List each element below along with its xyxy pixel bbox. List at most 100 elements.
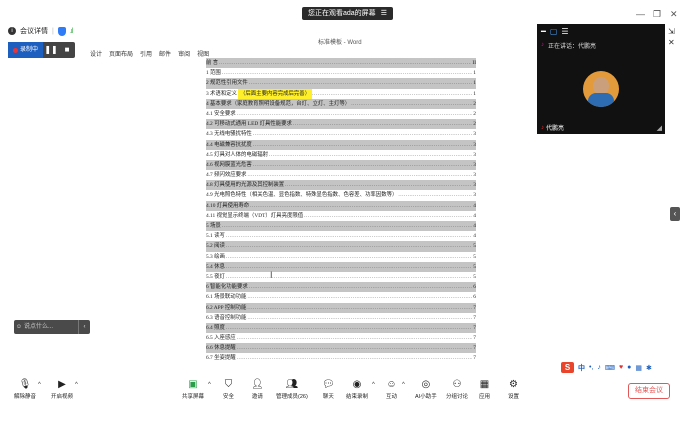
end-meeting-button[interactable]: 结束会议 <box>628 383 670 399</box>
minimize-panel-icon[interactable]: ━ <box>541 27 546 36</box>
breakout-rooms-button[interactable]: ⚇ 分组讨论 <box>446 378 468 400</box>
invite-button[interactable]: 👤︎ 邀请 <box>251 378 264 400</box>
toc-line[interactable]: 4.1 安全要求................................… <box>206 109 476 119</box>
emoji-icon[interactable]: ☺ <box>14 320 24 334</box>
ribbon-tab-mailings[interactable]: 邮件 <box>159 49 171 58</box>
toc-entry-text: 6.1 场景联动功能 <box>206 294 247 301</box>
video-panel[interactable]: ━ ▢ ☰ ♪ 正在讲话：代鹏亮 ♪ 代鹏亮 ◢ <box>537 24 665 134</box>
speaking-indicator: ♪ 正在讲话：代鹏亮 <box>537 38 665 52</box>
document-page[interactable]: 前 言.....................................… <box>206 58 476 368</box>
ribbon-tab-references[interactable]: 引用 <box>140 49 152 58</box>
toc-line[interactable]: 6 智能化功能要求...............................… <box>206 282 476 293</box>
ime-toolbar[interactable]: S 中 •, ♪ ⌨ ♥ ● ▦ ✱ <box>561 362 652 373</box>
record-options-chevron-icon[interactable]: ^ <box>372 382 375 388</box>
pause-recording-button[interactable]: ❚❚ <box>43 42 59 58</box>
toc-entry-text: 4.8 灯具使用的光源及其控制装置 <box>206 182 285 189</box>
ai-assistant-button[interactable]: ◎ AI小助手 <box>415 378 437 400</box>
toc-line[interactable]: 5.5 夜灯..................................… <box>206 272 476 282</box>
signal-icon: .ıl <box>69 27 74 35</box>
toc-line[interactable]: 4.7 频闪效应要求..............................… <box>206 170 476 180</box>
audio-options-chevron-icon[interactable]: ^ <box>38 382 41 388</box>
ime-keyboard-icon[interactable]: ⌨ <box>605 364 615 372</box>
toc-line[interactable]: 4.3 无线电骚扰特性.............................… <box>206 129 476 139</box>
resize-handle-icon[interactable]: ◢ <box>657 124 662 132</box>
toc-entry-text: 4.4 电磁兼容抗扰度 <box>206 141 252 148</box>
ribbon-tab-review[interactable]: 审阅 <box>178 49 190 58</box>
document-title: 标准模板 - Word <box>318 40 362 46</box>
share-screen-button[interactable]: ▣ 共享屏幕 <box>182 378 204 400</box>
ime-chinese-mode[interactable]: 中 <box>578 363 585 373</box>
members-icon: 👥︎ <box>285 379 299 390</box>
manage-members-label: 管理成员(26) <box>276 394 308 400</box>
stop-recording-toolbar-button[interactable]: ◉ 结束录制 <box>346 378 368 400</box>
close-panel-icon[interactable]: ✕ <box>668 38 675 47</box>
toc-line[interactable]: 前 言.....................................… <box>206 58 476 69</box>
minimize-button[interactable]: — <box>636 9 645 19</box>
ime-skin-icon[interactable]: ♥ <box>619 364 623 371</box>
security-shield-icon <box>57 26 66 36</box>
share-banner[interactable]: 您正在观看ada的屏幕 ☰ <box>302 7 393 20</box>
meeting-info[interactable]: i 会议详情 | .ıl <box>8 26 74 36</box>
settings-button[interactable]: ⚙ 设置 <box>508 378 519 400</box>
ime-mic-icon[interactable]: ♪ <box>597 364 601 371</box>
interact-button[interactable]: ☺ 互动 <box>386 378 397 400</box>
ime-apps-icon[interactable]: ▦ <box>635 364 642 372</box>
toc-line[interactable]: 5.2 阅读..................................… <box>206 241 476 252</box>
toc-line[interactable]: 5.3 绘画..................................… <box>206 252 476 262</box>
toc-line[interactable]: 5 场景....................................… <box>206 221 476 232</box>
toc-line[interactable]: 4.5 灯具对人体的电磁辐射..........................… <box>206 150 476 160</box>
toc-line[interactable]: 2 规范性引用文件...............................… <box>206 78 476 89</box>
unmute-button[interactable]: 🎙︎ 解除静音 <box>14 378 36 400</box>
toc-line[interactable]: 6.2 APP 控制功能............................… <box>206 302 476 313</box>
toc-leader-dots: ........................................… <box>304 212 473 219</box>
ribbon-tab-layout[interactable]: 页面布局 <box>109 49 133 58</box>
apps-button[interactable]: ▦ 应用 <box>479 378 490 400</box>
security-button[interactable]: ⛉ 安全 <box>223 378 234 400</box>
toc-line[interactable]: 4.9 光电照色特性（相关色温、显色指数、特殊显色指数、色容差、功率因数等）..… <box>206 190 476 200</box>
toc-line[interactable]: 5.4 休息..................................… <box>206 261 476 272</box>
ribbon-tab-view[interactable]: 视图 <box>197 49 209 58</box>
toc-leader-dots: ........................................… <box>247 294 472 301</box>
toc-line[interactable]: 6.4 照度..................................… <box>206 322 476 334</box>
interact-options-chevron-icon[interactable]: ^ <box>402 382 405 388</box>
unmute-label: 解除静音 <box>14 394 37 400</box>
restore-button[interactable]: ❐ <box>653 9 661 19</box>
toc-page-number: 3 <box>473 131 476 138</box>
list-icon[interactable]: ☰ <box>561 27 568 36</box>
toc-line[interactable]: 4.2 可移动式通用 LED 灯具性能要求...................… <box>206 119 476 130</box>
stop-recording-button[interactable]: ■ <box>59 42 75 58</box>
toc-line[interactable]: 6.5 入座感应................................… <box>206 333 476 343</box>
collapse-chat-icon[interactable]: ‹ <box>78 320 90 334</box>
menu-icon[interactable]: ☰ <box>381 7 387 20</box>
toc-line[interactable]: 4.8 灯具使用的光源及其控制装置.......................… <box>206 180 476 191</box>
toc-line[interactable]: 6.7 坐姿提醒................................… <box>206 353 476 363</box>
toc-line[interactable]: 5.1 读写..................................… <box>206 231 476 241</box>
toc-line[interactable]: 4.11 视觉显示终端（VDT）灯具亮度限值..................… <box>206 211 476 221</box>
ime-settings-icon[interactable]: ✱ <box>646 364 652 372</box>
ime-game-icon[interactable]: ● <box>627 364 631 371</box>
ribbon-tab-design[interactable]: 设计 <box>90 49 102 58</box>
meeting-details-label[interactable]: 会议详情 <box>20 26 48 36</box>
manage-members-button[interactable]: 👥︎ 管理成员(26) <box>276 378 308 400</box>
toc-leader-dots: ........................................… <box>247 314 472 321</box>
share-options-chevron-icon[interactable]: ^ <box>208 382 211 388</box>
toc-line[interactable]: 6.1 场景联动功能..............................… <box>206 292 476 302</box>
expand-panel-icon[interactable]: ⇲ <box>668 27 675 36</box>
chat-button[interactable]: 💬︎ 聊天 <box>322 378 335 400</box>
start-video-button[interactable]: ▶︎ 开启视频 <box>51 378 73 400</box>
toc-line[interactable]: 4.4 电磁兼容抗扰度.............................… <box>206 139 476 150</box>
ime-punct-icon[interactable]: •, <box>589 364 593 371</box>
chat-input[interactable]: ☺ 说点什么... ‹ <box>14 320 90 334</box>
toc-line[interactable]: 4 基本要求（家庭教育照明设备规范，台灯、立灯、主灯等）............… <box>206 98 476 109</box>
toc-line[interactable]: 3 术语和定义 （后面主要内容完成后完善）....................… <box>206 88 476 99</box>
toc-page-number: 4 <box>473 233 476 240</box>
toc-line[interactable]: 1 范围....................................… <box>206 68 476 78</box>
toc-line[interactable]: 4.6 视网膜蓝光危害.............................… <box>206 159 476 171</box>
video-options-chevron-icon[interactable]: ^ <box>75 382 78 388</box>
close-button[interactable]: ✕ <box>670 9 678 19</box>
toc-line[interactable]: 6.3 语音控制功能..............................… <box>206 313 476 323</box>
toc-line[interactable]: 6.6 休息提醒................................… <box>206 343 476 354</box>
toc-line[interactable]: 4.10 灯具使用寿命.............................… <box>206 200 476 211</box>
panel-layout-icon[interactable]: ▢ <box>550 27 558 36</box>
collapse-arrow-button[interactable]: ‹ <box>670 207 680 221</box>
